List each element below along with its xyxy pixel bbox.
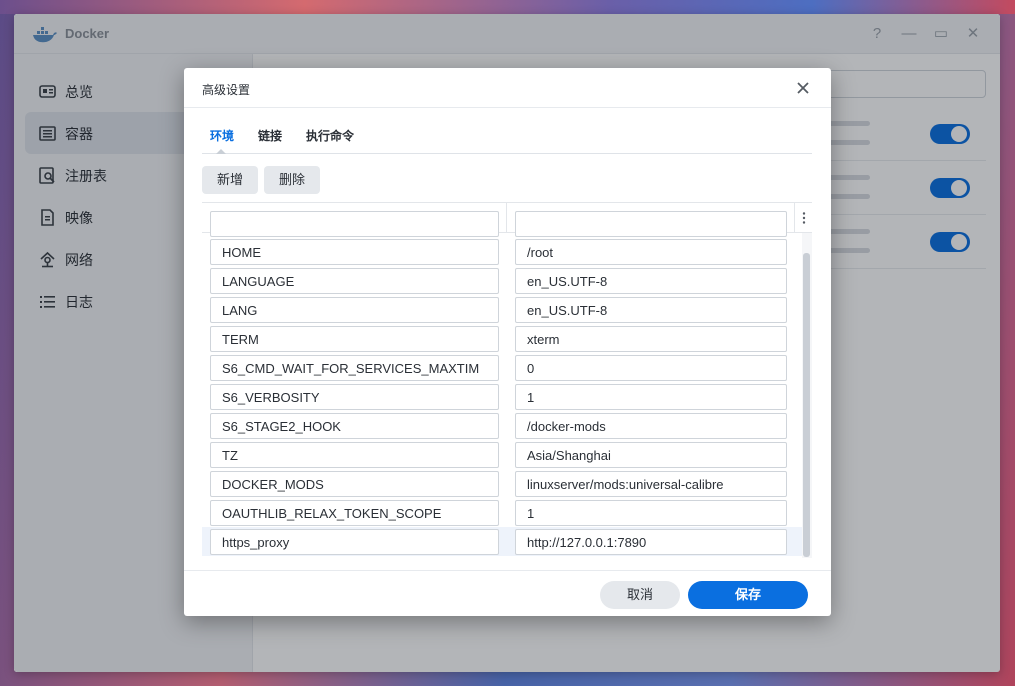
table-row: DOCKER_MODS linuxserver/mods:universal-c… xyxy=(202,469,802,498)
dialog-tabs: 环境 链接 执行命令 xyxy=(202,108,812,154)
cancel-button[interactable]: 取消 xyxy=(600,581,680,609)
variable-name-field[interactable]: S6_STAGE2_HOOK xyxy=(210,413,499,439)
variable-value-field[interactable]: /root xyxy=(515,239,787,265)
table-row: TERM xterm xyxy=(202,324,802,353)
variable-name-field[interactable]: TZ xyxy=(210,442,499,468)
tab-label: 环境 xyxy=(210,129,235,143)
variable-name-field[interactable] xyxy=(210,211,499,237)
variable-name-field[interactable]: S6_CMD_WAIT_FOR_SERVICES_MAXTIM xyxy=(210,355,499,381)
table-row: S6_CMD_WAIT_FOR_SERVICES_MAXTIM 0 xyxy=(202,353,802,382)
table-row: S6_VERBOSITY 1 xyxy=(202,382,802,411)
variable-value-field[interactable]: xterm xyxy=(515,326,787,352)
table-row: HOME /root xyxy=(202,237,802,266)
scrollbar-thumb[interactable] xyxy=(803,253,810,557)
variable-name-field[interactable]: TERM xyxy=(210,326,499,352)
variable-value-field[interactable]: 1 xyxy=(515,384,787,410)
variable-value-field[interactable]: en_US.UTF-8 xyxy=(515,268,787,294)
tab-environment[interactable]: 环境 xyxy=(210,127,234,144)
tab-links[interactable]: 链接 xyxy=(258,127,282,144)
dialog-title: 高级设置 xyxy=(202,83,251,97)
advanced-settings-dialog: 高级设置 环境 链接 执行命令 新增 删除 变量 值 HOME xyxy=(184,68,831,616)
variable-name-field[interactable]: LANGUAGE xyxy=(210,268,499,294)
table-row: OAUTHLIB_RELAX_TOKEN_SCOPE 1 xyxy=(202,498,802,527)
dialog-header: 高级设置 xyxy=(184,68,831,108)
dialog-footer: 取消 保存 xyxy=(184,570,831,616)
variable-value-field[interactable]: /docker-mods xyxy=(515,413,787,439)
variable-value-field[interactable]: linuxserver/mods:universal-calibre xyxy=(515,471,787,497)
variable-name-field[interactable]: https_proxy xyxy=(210,529,499,555)
variable-value-field[interactable] xyxy=(515,211,787,237)
variable-value-field[interactable]: 1 xyxy=(515,500,787,526)
add-button[interactable]: 新增 xyxy=(202,166,258,194)
table-row-selected: https_proxy http://127.0.0.1:7890 xyxy=(202,527,802,556)
variable-value-field[interactable]: http://127.0.0.1:7890 xyxy=(515,529,787,555)
table-row: LANG en_US.UTF-8 xyxy=(202,295,802,324)
variable-value-field[interactable]: Asia/Shanghai xyxy=(515,442,787,468)
desktop-wallpaper xyxy=(0,0,1015,14)
tab-indicator xyxy=(216,149,226,154)
table-row xyxy=(202,209,802,238)
variable-value-field[interactable]: en_US.UTF-8 xyxy=(515,297,787,323)
variable-name-field[interactable]: DOCKER_MODS xyxy=(210,471,499,497)
save-button[interactable]: 保存 xyxy=(688,581,808,609)
variable-name-field[interactable]: HOME xyxy=(210,239,499,265)
close-icon[interactable] xyxy=(793,78,813,98)
table-row: LANGUAGE en_US.UTF-8 xyxy=(202,266,802,295)
tab-execute-command[interactable]: 执行命令 xyxy=(306,127,354,144)
table-row: TZ Asia/Shanghai xyxy=(202,440,802,469)
variable-name-field[interactable]: LANG xyxy=(210,297,499,323)
delete-button[interactable]: 删除 xyxy=(264,166,320,194)
variable-value-field[interactable]: 0 xyxy=(515,355,787,381)
table-row: S6_STAGE2_HOOK /docker-mods xyxy=(202,411,802,440)
environment-table: 变量 值 HOME /root LANGUAGE en_US.UTF-8 LAN… xyxy=(202,202,812,558)
variable-name-field[interactable]: OAUTHLIB_RELAX_TOKEN_SCOPE xyxy=(210,500,499,526)
variable-name-field[interactable]: S6_VERBOSITY xyxy=(210,384,499,410)
